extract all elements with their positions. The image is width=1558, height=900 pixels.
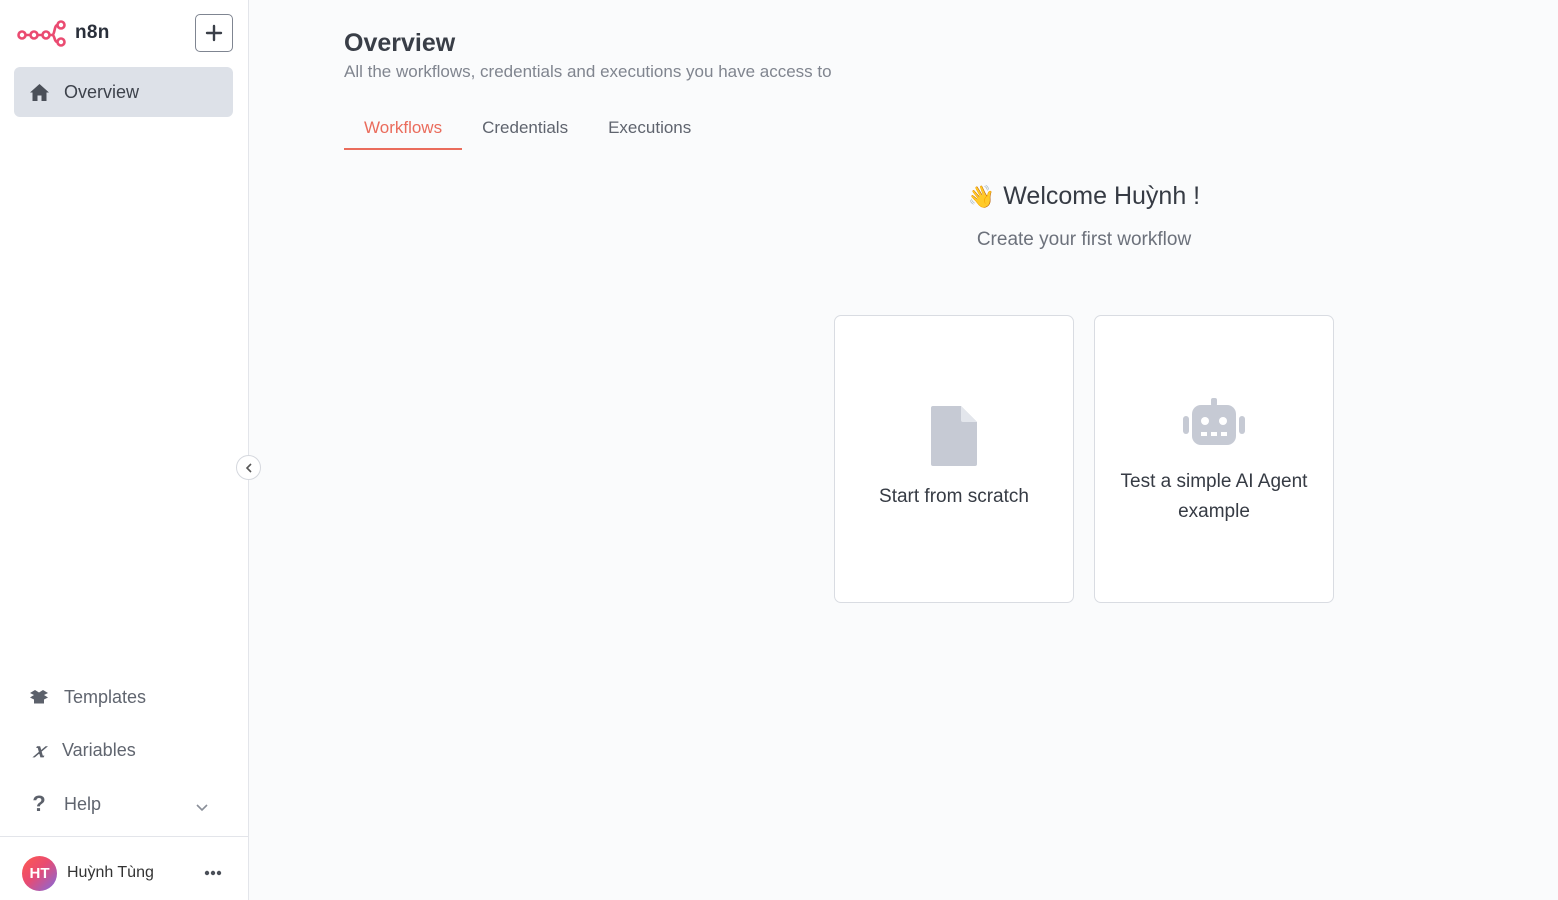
sidebar-divider [0,836,248,837]
user-profile[interactable]: HT Huỳnh Tùng [22,855,232,891]
sidebar-item-label: Templates [64,686,147,707]
more-options-icon[interactable] [204,863,222,881]
variable-x-icon: 𝑥 [33,738,45,762]
n8n-logo-icon [17,20,66,47]
welcome-subheading: Create your first workflow [976,229,1192,250]
sidebar: n8n Overview Templates 𝑥 Variables ? Hel… [0,0,249,900]
chevron-down-icon [195,796,209,817]
chevron-left-icon [245,462,252,473]
sidebar-item-label: Help [64,793,102,814]
add-button[interactable] [195,14,233,52]
templates-box-icon [28,686,50,708]
tabs: Workflows Credentials Executions [344,116,711,150]
sidebar-item-overview[interactable]: Overview [14,67,233,117]
home-icon [28,81,50,103]
avatar: HT [22,855,57,891]
welcome-heading: 👋 Welcome Huỳnh ! [834,182,1334,211]
plus-icon [205,24,223,42]
sidebar-item-help[interactable]: ? Help [14,782,233,826]
tab-executions[interactable]: Executions [588,116,711,150]
tab-credentials[interactable]: Credentials [462,116,588,150]
n8n-logo[interactable]: n8n [17,19,110,47]
file-icon [835,406,1073,466]
waving-hand-icon: 👋 [967,184,996,209]
page-subtitle: All the workflows, credentials and execu… [344,62,832,81]
question-icon: ? [32,791,46,816]
start-from-scratch-card[interactable]: Start from scratch [834,315,1074,603]
card-label: Test a simple AI Agent example [1120,471,1308,522]
sidebar-item-variables[interactable]: 𝑥 Variables [14,728,233,772]
collapse-sidebar-button[interactable] [236,455,261,480]
welcome-text: Welcome Huỳnh ! [1003,182,1201,210]
sidebar-item-templates[interactable]: Templates [14,675,233,719]
user-name: Huỳnh Tùng [67,864,154,881]
page-title: Overview [344,29,456,57]
ai-agent-example-card[interactable]: Test a simple AI Agent example [1094,315,1334,603]
robot-icon [1095,398,1333,446]
sidebar-item-label: Overview [64,81,140,102]
card-label: Start from scratch [879,486,1029,507]
tab-workflows[interactable]: Workflows [344,116,463,150]
app-name: n8n [75,22,110,43]
sidebar-item-label: Variables [62,739,136,760]
